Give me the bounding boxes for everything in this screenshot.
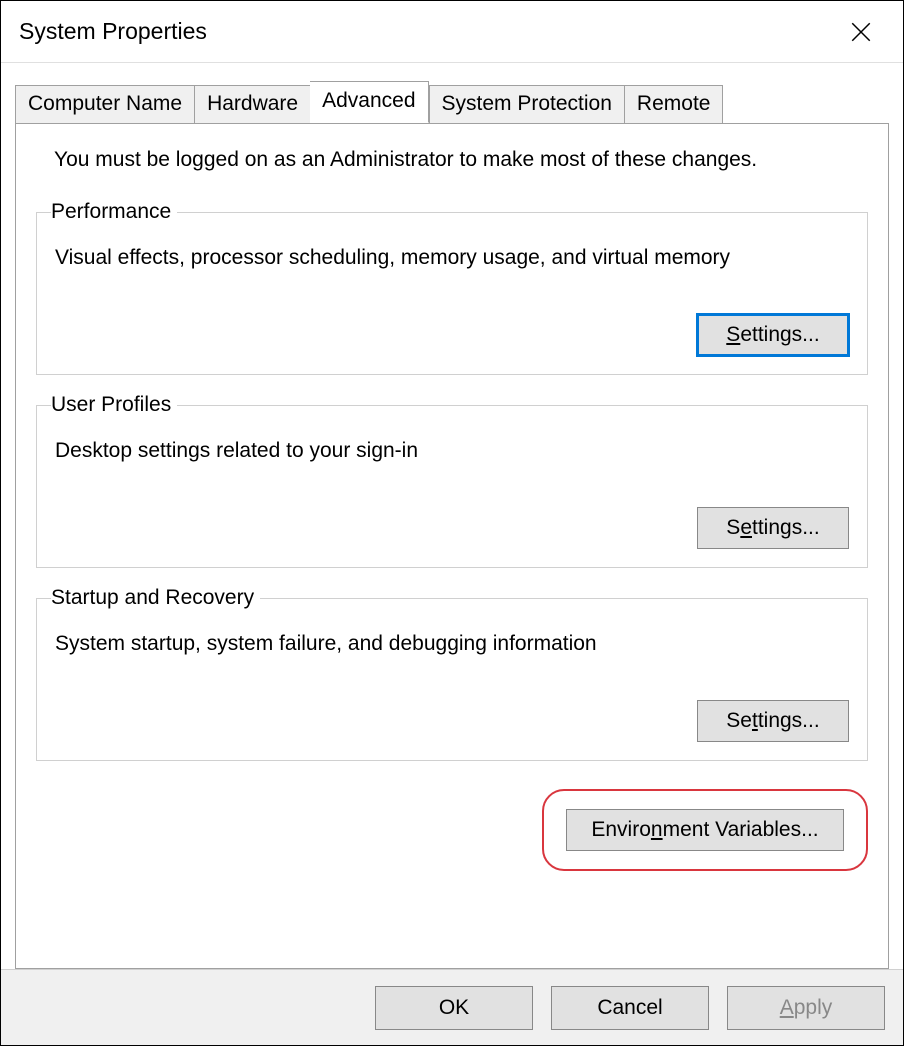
environment-variables-button[interactable]: Environment Variables... bbox=[566, 809, 844, 851]
tab-strip: Computer Name Hardware Advanced System P… bbox=[15, 81, 889, 123]
environment-variables-highlight: Environment Variables... bbox=[542, 789, 868, 871]
user-profiles-settings-button[interactable]: Settings... bbox=[697, 507, 849, 549]
startup-recovery-legend: Startup and Recovery bbox=[51, 586, 260, 610]
user-profiles-desc: Desktop settings related to your sign-in bbox=[55, 439, 849, 463]
close-icon bbox=[851, 22, 871, 42]
cancel-button[interactable]: Cancel bbox=[551, 986, 709, 1030]
admin-notice: You must be logged on as an Administrato… bbox=[54, 148, 868, 172]
performance-settings-button[interactable]: Settings... bbox=[697, 314, 849, 356]
environment-variables-row: Environment Variables... bbox=[36, 789, 868, 871]
performance-group: Performance Visual effects, processor sc… bbox=[36, 200, 868, 375]
startup-recovery-group: Startup and Recovery System startup, sys… bbox=[36, 586, 868, 761]
system-properties-window: System Properties Computer Name Hardware… bbox=[0, 0, 904, 1046]
performance-desc: Visual effects, processor scheduling, me… bbox=[55, 246, 849, 270]
tab-computer-name[interactable]: Computer Name bbox=[15, 85, 195, 124]
startup-recovery-settings-button[interactable]: Settings... bbox=[697, 700, 849, 742]
performance-legend: Performance bbox=[51, 200, 177, 224]
user-profiles-legend: User Profiles bbox=[51, 393, 177, 417]
user-profiles-group: User Profiles Desktop settings related t… bbox=[36, 393, 868, 568]
close-button[interactable] bbox=[837, 8, 885, 56]
window-title: System Properties bbox=[19, 18, 207, 45]
apply-button: Apply bbox=[727, 986, 885, 1030]
tab-hardware[interactable]: Hardware bbox=[195, 85, 310, 124]
tab-advanced[interactable]: Advanced bbox=[310, 81, 428, 123]
startup-recovery-desc: System startup, system failure, and debu… bbox=[55, 632, 849, 656]
tab-content-advanced: You must be logged on as an Administrato… bbox=[15, 123, 889, 969]
dialog-footer: OK Cancel Apply bbox=[1, 969, 903, 1045]
titlebar: System Properties bbox=[1, 1, 903, 63]
tab-remote[interactable]: Remote bbox=[625, 85, 724, 124]
ok-button[interactable]: OK bbox=[375, 986, 533, 1030]
tab-system-protection[interactable]: System Protection bbox=[429, 85, 625, 124]
